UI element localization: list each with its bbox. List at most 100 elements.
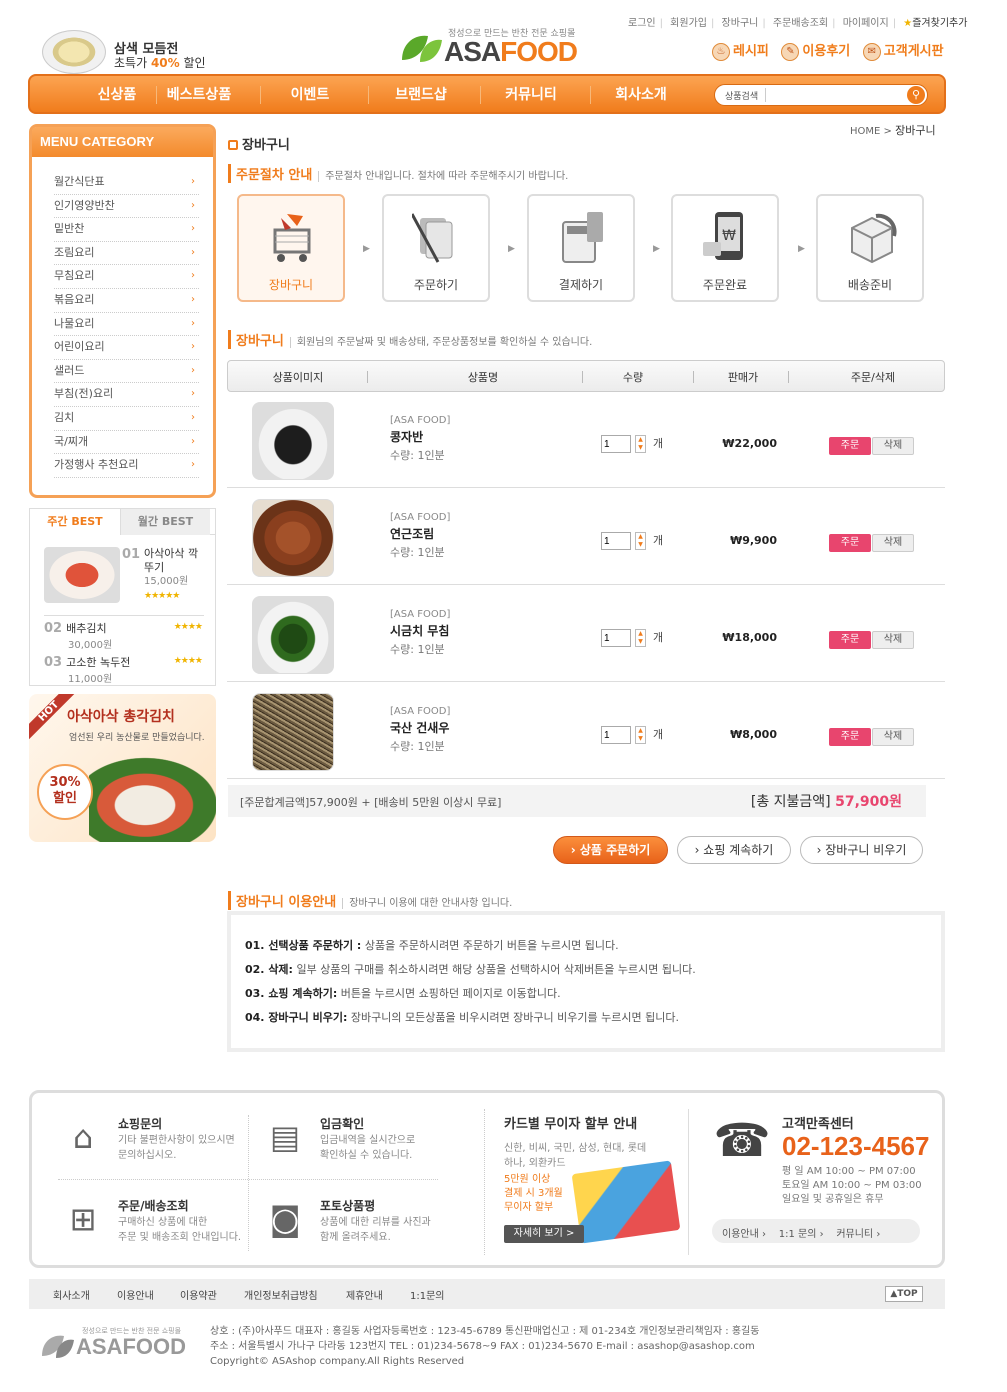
quantity-stepper[interactable]: ▲ ▼ <box>635 435 646 453</box>
telephone-icon: ☎ <box>713 1113 771 1167</box>
login-link[interactable]: 로그인 <box>628 18 656 29</box>
promo-banner[interactable]: 삼색 모듬전 초특가 40% 할인 <box>42 30 232 74</box>
mypage-link[interactable]: 마이페이지 <box>843 18 889 29</box>
kimchi-banner[interactable]: HOT 아삭아삭 총각김치 엄선된 우리 농산물로 만들었습니다. 30% 할인 <box>29 694 216 842</box>
footer-guide-link[interactable]: 이용안내 <box>117 1287 154 1302</box>
delete-button[interactable]: 삭제 <box>872 534 914 552</box>
arrow-right-icon: ▶ <box>508 244 515 254</box>
order-button[interactable]: 주문 <box>829 437 871 455</box>
company-info: 상호 : (주)아사푸드 대표자 : 홍길동 사업자등록번호 : 123-45-… <box>210 1326 760 1367</box>
category-item[interactable]: 샐러드 › <box>54 360 199 384</box>
category-item[interactable]: 부침(전)요리 › <box>54 383 199 407</box>
order-button[interactable]: 주문 <box>829 728 871 746</box>
delete-button[interactable]: 삭제 <box>872 631 914 649</box>
best-item-2[interactable]: 02 배추김치 ★★★★ 30,000원 <box>44 615 204 651</box>
cs-guide-link[interactable]: 이용안내 › <box>722 1229 766 1240</box>
cart-row: [ASA FOOD] 국산 건새우 수량: 1인분 ▲▼ 개 ₩8,000 주문… <box>227 682 945 779</box>
chevron-right-icon: › <box>819 1229 824 1240</box>
quantity-input[interactable] <box>601 435 631 453</box>
credit-cards-image <box>571 1160 681 1244</box>
empty-cart-button[interactable]: › 장바구니 비우기 <box>800 836 923 864</box>
product-name[interactable]: 콩자반 <box>390 428 423 445</box>
board-link[interactable]: ✉ 고객게시판 <box>862 40 944 61</box>
footer-partner-link[interactable]: 제휴안내 <box>346 1287 383 1302</box>
breadcrumb-current: 장바구니 <box>895 124 936 137</box>
black-beans-image[interactable] <box>252 402 334 480</box>
best-item-3[interactable]: 03 고소한 녹두전 ★★★★ 11,000원 <box>44 650 204 685</box>
guide-item: 02. 삭제: 일부 상품의 구매를 취소하시려면 해당 상품을 선택하시어 삭… <box>245 963 696 976</box>
nav-brandshop[interactable]: 브랜드샵 <box>366 84 476 104</box>
cart-table-header: 상품이미지 상품명 수량 판매가 주문/삭제 <box>227 360 945 392</box>
lotus-root-image[interactable] <box>252 499 334 577</box>
see-more-button[interactable]: 자세히 보기 > <box>504 1225 584 1243</box>
category-item[interactable]: 가정행사 추천요리 › <box>54 454 199 478</box>
nav-best[interactable]: 베스트상품 <box>144 84 254 104</box>
place-order-button[interactable]: › 상품 주문하기 <box>553 836 668 864</box>
cart-heading: 장바구니 회원님의 주문날짜 및 배송상태, 주문상품정보를 확인하실 수 있습니… <box>228 330 593 349</box>
search-label: 상품검색 <box>725 92 759 102</box>
category-item[interactable]: 김치 › <box>54 407 199 431</box>
tab-weekly-best[interactable]: 주간 BEST <box>30 509 120 535</box>
chevron-right-icon: › <box>762 1229 766 1240</box>
arrow-right-icon: ▶ <box>363 244 370 254</box>
quantity-stepper[interactable]: ▲ ▼ <box>635 532 646 550</box>
star-icon: ★ <box>903 18 913 29</box>
favorite-link[interactable]: ★즐겨찾기추가 <box>903 18 967 29</box>
search-box: 상품검색 ⚲ <box>714 84 928 106</box>
review-link[interactable]: ✎ 이용후기 <box>781 40 850 61</box>
nav-company[interactable]: 회사소개 <box>586 84 696 104</box>
recipe-link[interactable]: ♨ 레시피 <box>712 40 769 61</box>
quantity-input[interactable] <box>601 532 631 550</box>
signup-link[interactable]: 회원가입 <box>670 18 707 29</box>
dried-shrimp-image[interactable] <box>252 693 334 771</box>
footer-privacy-link[interactable]: 개인정보취급방침 <box>244 1287 318 1302</box>
leaf-logo-icon <box>42 1335 74 1358</box>
quantity-stepper[interactable]: ▲ ▼ <box>635 726 646 744</box>
best-item-1[interactable]: 아삭아삭 깍뚜기 15,000원 ★★★★★ <box>144 547 204 603</box>
product-name[interactable]: 시금치 무침 <box>390 622 449 639</box>
category-item[interactable]: 볶음요리 › <box>54 289 199 313</box>
delete-button[interactable]: 삭제 <box>872 437 914 455</box>
nav-community[interactable]: 커뮤니티 <box>476 84 586 104</box>
col-name: 상품명 <box>467 371 499 384</box>
footer-inquiry-link[interactable]: 1:1문의 <box>410 1287 445 1302</box>
search-icon[interactable]: ⚲ <box>907 86 925 104</box>
spinach-image[interactable] <box>252 596 334 674</box>
footer-company-link[interactable]: 회사소개 <box>53 1287 90 1302</box>
category-item[interactable]: 어린이요리 › <box>54 336 199 360</box>
cs-inquiry-link[interactable]: 1:1 문의 › <box>779 1229 824 1240</box>
footer-terms-link[interactable]: 이용약관 <box>180 1287 217 1302</box>
continue-shopping-button[interactable]: › 쇼핑 계속하기 <box>677 836 791 864</box>
quantity-input[interactable] <box>601 726 631 744</box>
category-item[interactable]: 밑반찬 › <box>54 218 199 242</box>
category-item[interactable]: 조림요리 › <box>54 242 199 266</box>
order-button[interactable]: 주문 <box>829 534 871 552</box>
top-button[interactable]: ▲TOP <box>885 1286 923 1302</box>
price: ₩18,000 <box>722 631 777 644</box>
category-item[interactable]: 나물요리 › <box>54 313 199 337</box>
category-item[interactable]: 무침요리 › <box>54 265 199 289</box>
quantity-stepper[interactable]: ▲ ▼ <box>635 629 646 647</box>
mobile-payment-icon: ₩ <box>703 212 743 260</box>
tab-monthly-best[interactable]: 월간 BEST <box>120 509 210 535</box>
category-item[interactable]: 국/찌개 › <box>54 431 199 455</box>
delete-button[interactable]: 삭제 <box>872 728 914 746</box>
cart-link[interactable]: 장바구니 <box>722 18 759 29</box>
box-icon <box>851 213 897 264</box>
quantity-input[interactable] <box>601 629 631 647</box>
step-payment: 결제하기 <box>527 194 635 302</box>
product-name[interactable]: 연근조림 <box>390 525 434 542</box>
category-item[interactable]: 인기영양반찬 › <box>54 195 199 219</box>
category-item[interactable]: 월간식단표 › <box>54 171 199 195</box>
order-tracking-link[interactable]: 주문배송조회 <box>773 18 828 29</box>
nav-event[interactable]: 이벤트 <box>255 84 365 104</box>
chef-hat-icon: ♨ <box>712 42 730 61</box>
kkakdugi-image[interactable] <box>44 547 120 603</box>
search-input[interactable] <box>765 88 895 102</box>
breadcrumb-home[interactable]: HOME <box>850 126 880 137</box>
product-name[interactable]: 국산 건새우 <box>390 719 449 736</box>
site-logo[interactable]: 정성으로 만드는 반찬 전문 쇼핑몰 ASAFOOD <box>398 24 598 72</box>
order-button[interactable]: 주문 <box>829 631 871 649</box>
cs-community-link[interactable]: 커뮤니티 › <box>836 1229 880 1240</box>
camera-icon: ◙ <box>269 1200 301 1238</box>
